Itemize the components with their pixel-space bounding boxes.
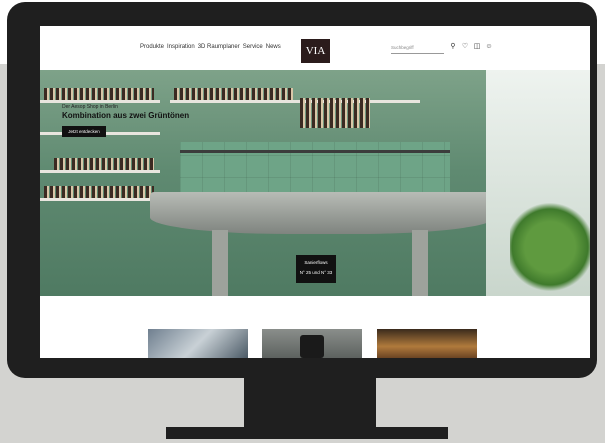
nav-item-raumplaner[interactable]: 3D Raumplaner xyxy=(198,44,240,50)
sink-leg xyxy=(212,230,228,296)
shelf xyxy=(40,170,160,173)
website-screen: Produkte Inspiration 3D Raumplaner Servi… xyxy=(40,26,590,358)
heart-icon[interactable]: ♡ xyxy=(461,43,469,51)
shelf xyxy=(40,198,160,201)
product-bottles xyxy=(54,158,154,170)
site-header: Produkte Inspiration 3D Raumplaner Servi… xyxy=(40,26,590,70)
hero-cta-button[interactable]: Jetzt entdecken xyxy=(62,126,106,137)
nav-item-service[interactable]: Service xyxy=(243,44,263,50)
hero-eyebrow: Der Aesop Shop in Berlin xyxy=(62,104,118,110)
shelf xyxy=(170,100,420,103)
nav-item-inspiration[interactable]: Inspiration xyxy=(167,44,195,50)
sink-leg xyxy=(412,230,428,296)
monitor-stand-neck xyxy=(244,376,376,428)
main-nav: Produkte Inspiration 3D Raumplaner Servi… xyxy=(140,44,281,50)
monitor-bezel: Produkte Inspiration 3D Raumplaner Servi… xyxy=(7,2,597,378)
search-input[interactable]: Suchbegriff xyxy=(391,42,444,54)
product-bottles xyxy=(174,88,294,100)
device-icon xyxy=(300,335,324,358)
product-bottles xyxy=(44,88,154,100)
user-icon[interactable]: ☺ xyxy=(485,43,493,51)
shelf xyxy=(40,100,160,103)
product-bottles xyxy=(44,186,154,198)
interior-thumbnail[interactable] xyxy=(377,329,477,358)
bag-icon[interactable]: ◫ xyxy=(473,43,481,51)
brand-logo[interactable]: VIA xyxy=(301,39,330,63)
panel-title: Sanierflows xyxy=(304,260,328,265)
plant xyxy=(510,198,590,296)
device-thumbnail[interactable] xyxy=(262,329,362,358)
monitor-stand-base xyxy=(166,427,448,439)
nav-item-news[interactable]: News xyxy=(266,44,281,50)
sink-trough xyxy=(150,192,495,234)
nav-item-produkte[interactable]: Produkte xyxy=(140,44,164,50)
marble-thumbnail[interactable] xyxy=(148,329,248,358)
hero-title: Kombination aus zwei Grüntönen xyxy=(62,111,190,120)
product-bottles xyxy=(300,98,370,128)
panel-subtitle: N° 25 und N° 33 xyxy=(299,270,333,275)
search-icon[interactable]: ⚲ xyxy=(449,43,457,51)
water-pipe xyxy=(180,150,450,153)
